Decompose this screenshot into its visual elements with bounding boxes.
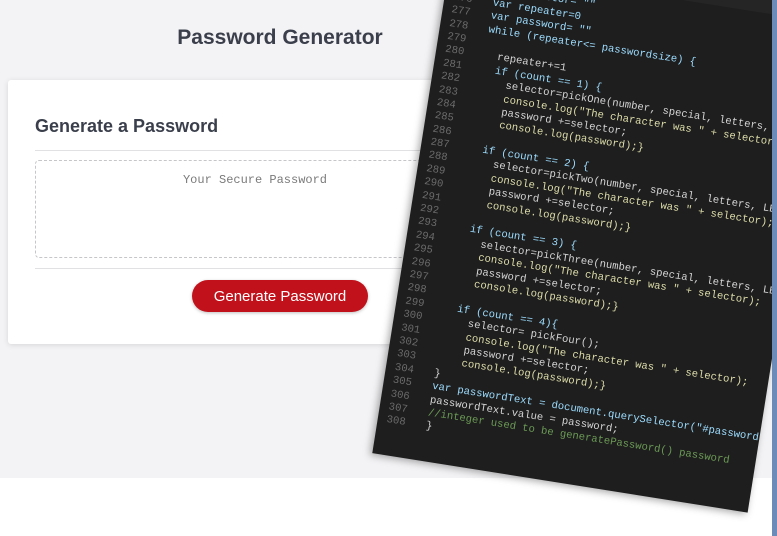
- code-lines: 274 } //(test)275 var selector= ""276 va…: [377, 0, 777, 486]
- window-edge: [772, 0, 777, 536]
- code-editor-overlay: script.js > ⬜ passwordLength 274 } //(te…: [372, 0, 777, 513]
- generate-password-button[interactable]: Generate Password: [192, 280, 368, 312]
- card-title: Generate a Password: [35, 116, 219, 136]
- code-text: }: [412, 418, 434, 434]
